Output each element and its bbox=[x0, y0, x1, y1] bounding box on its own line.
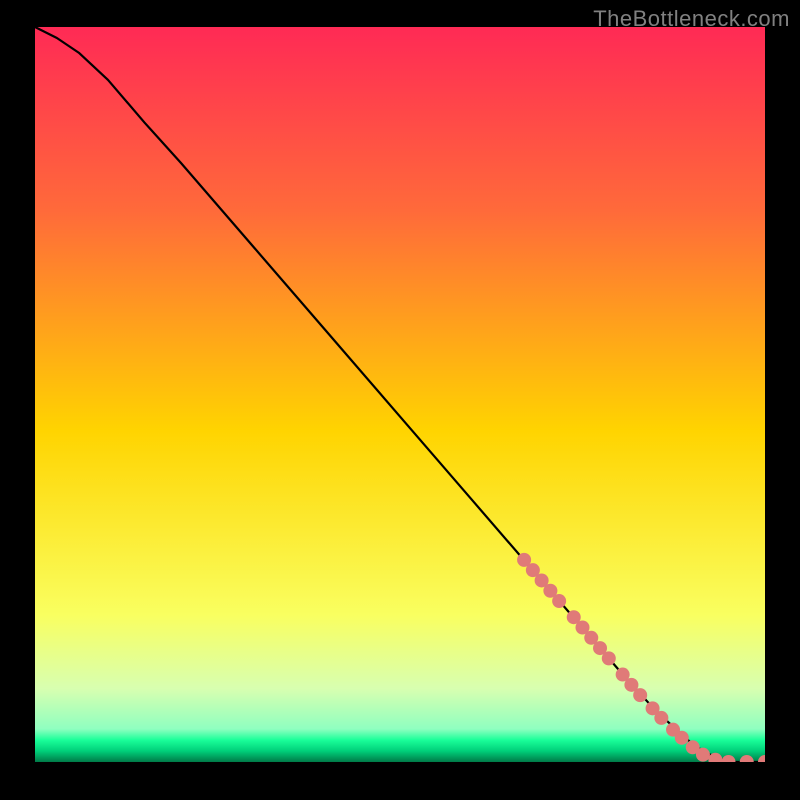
chart-plot bbox=[35, 27, 765, 762]
marker-point bbox=[552, 594, 566, 608]
marker-point bbox=[633, 688, 647, 702]
marker-point bbox=[675, 731, 689, 745]
marker-point bbox=[654, 711, 668, 725]
marker-point bbox=[602, 651, 616, 665]
marker-point bbox=[696, 748, 710, 762]
gradient-background bbox=[35, 27, 765, 762]
watermark-text: TheBottleneck.com bbox=[593, 6, 790, 32]
chart-frame: TheBottleneck.com bbox=[0, 0, 800, 800]
